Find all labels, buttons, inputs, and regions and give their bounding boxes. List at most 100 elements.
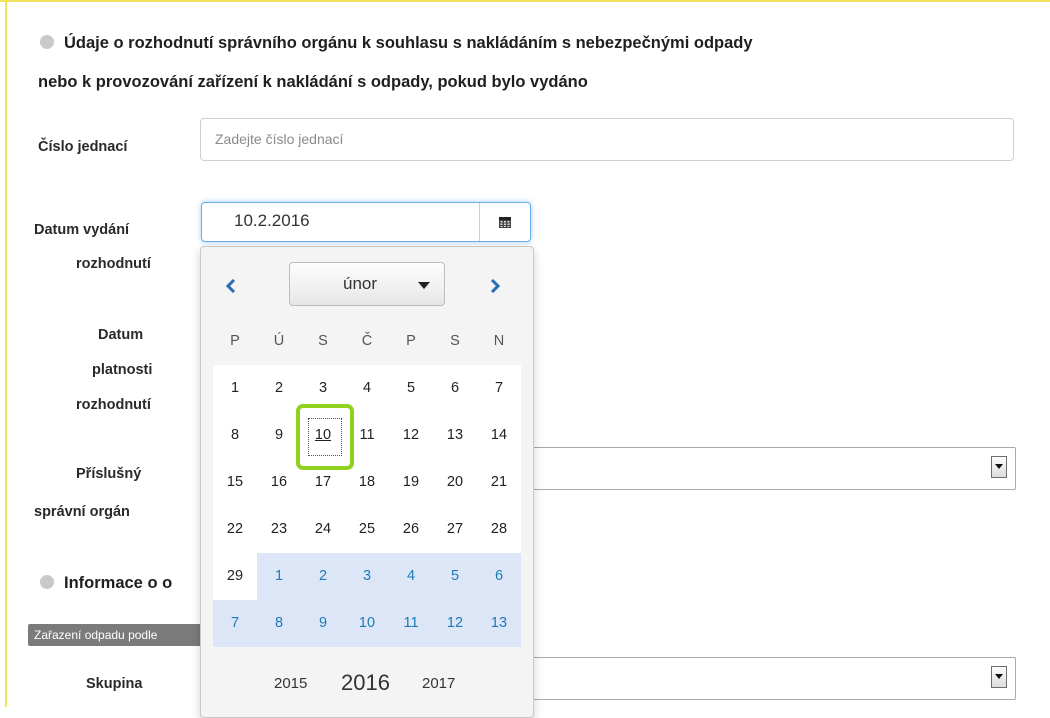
day-number: 23 bbox=[270, 521, 288, 537]
day-number: 11 bbox=[403, 615, 419, 631]
chevron-down-icon bbox=[995, 464, 1003, 469]
weekday-label: Č bbox=[361, 333, 373, 349]
day-number: 2 bbox=[318, 568, 328, 584]
day-cell[interactable]: 26 bbox=[389, 506, 433, 553]
prev-month-button[interactable] bbox=[219, 274, 243, 298]
datum-platnosti-label-1: Datum bbox=[98, 327, 144, 343]
day-number: 20 bbox=[446, 474, 464, 490]
day-number: 19 bbox=[402, 474, 420, 490]
day-number: 14 bbox=[490, 427, 508, 443]
day-number: 28 bbox=[490, 521, 508, 537]
day-number: 7 bbox=[494, 380, 504, 396]
datepicker-popup: únor PÚSČPSN 1 2 3 4 5 6 7 8 9 10 11 12 13 14 15 16 17 18… bbox=[200, 246, 534, 718]
cislo-jednaci-input[interactable]: Zadejte číslo jednací bbox=[200, 118, 1014, 161]
day-number: 10 bbox=[358, 615, 376, 631]
day-cell[interactable]: 29 bbox=[213, 553, 257, 600]
day-cell[interactable]: 3 bbox=[345, 553, 389, 600]
caret-down-icon bbox=[418, 282, 430, 289]
section-title: Údaje o rozhodnutí správního orgánu k so… bbox=[40, 34, 753, 53]
day-cell[interactable]: 9 bbox=[301, 600, 345, 647]
day-cell[interactable]: 6 bbox=[433, 365, 477, 412]
day-number: 12 bbox=[446, 615, 464, 631]
section2-title: Informace o o bbox=[40, 574, 172, 593]
weekday-label: S bbox=[450, 333, 460, 349]
weekday-label: N bbox=[493, 333, 505, 349]
year-prev[interactable]: 2015 bbox=[274, 675, 307, 692]
day-cell[interactable]: 14 bbox=[477, 412, 521, 459]
day-cell[interactable]: 11 bbox=[389, 600, 433, 647]
weekday-label: S bbox=[318, 333, 328, 349]
section-title-line1: Údaje o rozhodnutí správního orgánu k so… bbox=[64, 34, 753, 52]
day-cell[interactable]: 2 bbox=[257, 365, 301, 412]
collapse-bullet-icon-2[interactable] bbox=[40, 575, 54, 589]
month-label: únor bbox=[342, 274, 378, 293]
day-number: 3 bbox=[362, 568, 372, 584]
day-cell[interactable]: 12 bbox=[433, 600, 477, 647]
day-number: 27 bbox=[446, 521, 464, 537]
day-cell[interactable]: 9 bbox=[257, 412, 301, 459]
datum-platnosti-label-2: platnosti bbox=[92, 362, 153, 378]
weekday-label: Ú bbox=[273, 333, 285, 349]
day-cell[interactable]: 19 bbox=[389, 459, 433, 506]
day-cell[interactable]: 7 bbox=[213, 600, 257, 647]
day-cell[interactable]: 10 bbox=[345, 600, 389, 647]
calendar-button[interactable] bbox=[479, 203, 530, 241]
day-cell[interactable]: 24 bbox=[301, 506, 345, 553]
spravni-organ-label-2: správní orgán bbox=[34, 504, 130, 520]
datum-vydani-label-2: rozhodnutí bbox=[76, 256, 151, 272]
day-cell[interactable]: 1 bbox=[213, 365, 257, 412]
day-cell[interactable]: 8 bbox=[257, 600, 301, 647]
day-number: 5 bbox=[406, 380, 416, 396]
day-cell[interactable]: 5 bbox=[389, 365, 433, 412]
day-cell[interactable]: 25 bbox=[345, 506, 389, 553]
day-cell[interactable]: 12 bbox=[389, 412, 433, 459]
day-number: 21 bbox=[490, 474, 508, 490]
day-cell[interactable]: 28 bbox=[477, 506, 521, 553]
spravni-organ-select[interactable] bbox=[500, 447, 1016, 490]
day-number: 13 bbox=[446, 427, 464, 443]
day-number: 8 bbox=[230, 427, 240, 443]
day-cell[interactable]: 13 bbox=[477, 600, 521, 647]
skupina-select[interactable] bbox=[500, 657, 1016, 700]
day-cell[interactable]: 4 bbox=[389, 553, 433, 600]
day-number: 2 bbox=[274, 380, 284, 396]
select-arrow-button[interactable] bbox=[991, 456, 1007, 478]
datum-platnosti-label-3: rozhodnutí bbox=[76, 397, 151, 413]
day-number: 18 bbox=[358, 474, 376, 490]
day-number: 6 bbox=[450, 380, 460, 396]
day-cell[interactable]: 7 bbox=[477, 365, 521, 412]
day-number: 9 bbox=[318, 615, 328, 631]
day-number: 4 bbox=[362, 380, 372, 396]
day-cell[interactable]: 2 bbox=[301, 553, 345, 600]
day-number: 6 bbox=[494, 568, 504, 584]
day-number: 24 bbox=[314, 521, 332, 537]
weekday-label: P bbox=[406, 333, 416, 349]
day-cell[interactable]: 6 bbox=[477, 553, 521, 600]
day-cell[interactable]: 1 bbox=[257, 553, 301, 600]
day-number: 17 bbox=[314, 474, 332, 490]
day-number: 1 bbox=[274, 568, 284, 584]
section2-title-text: Informace o o bbox=[64, 574, 173, 592]
next-month-button[interactable] bbox=[483, 274, 507, 298]
day-number: 13 bbox=[490, 615, 508, 631]
datum-vydani-input[interactable]: 10.2.2016 bbox=[201, 202, 531, 242]
day-cell[interactable]: 16 bbox=[257, 459, 301, 506]
day-cell[interactable]: 5 bbox=[433, 553, 477, 600]
day-cell[interactable]: 8 bbox=[213, 412, 257, 459]
day-cell[interactable]: 23 bbox=[257, 506, 301, 553]
selected-day-highlight bbox=[296, 404, 354, 470]
day-number: 9 bbox=[274, 427, 284, 443]
select-arrow-button-2[interactable] bbox=[991, 666, 1007, 688]
day-number: 7 bbox=[230, 615, 240, 631]
day-cell[interactable]: 15 bbox=[213, 459, 257, 506]
chevron-down-icon bbox=[995, 674, 1003, 679]
day-cell[interactable]: 21 bbox=[477, 459, 521, 506]
month-select-button[interactable]: únor bbox=[289, 262, 445, 306]
collapse-bullet-icon[interactable] bbox=[40, 35, 54, 49]
day-cell[interactable]: 27 bbox=[433, 506, 477, 553]
day-cell[interactable]: 20 bbox=[433, 459, 477, 506]
day-cell[interactable]: 22 bbox=[213, 506, 257, 553]
year-next[interactable]: 2017 bbox=[422, 675, 455, 692]
year-current[interactable]: 2016 bbox=[341, 670, 390, 696]
day-cell[interactable]: 13 bbox=[433, 412, 477, 459]
